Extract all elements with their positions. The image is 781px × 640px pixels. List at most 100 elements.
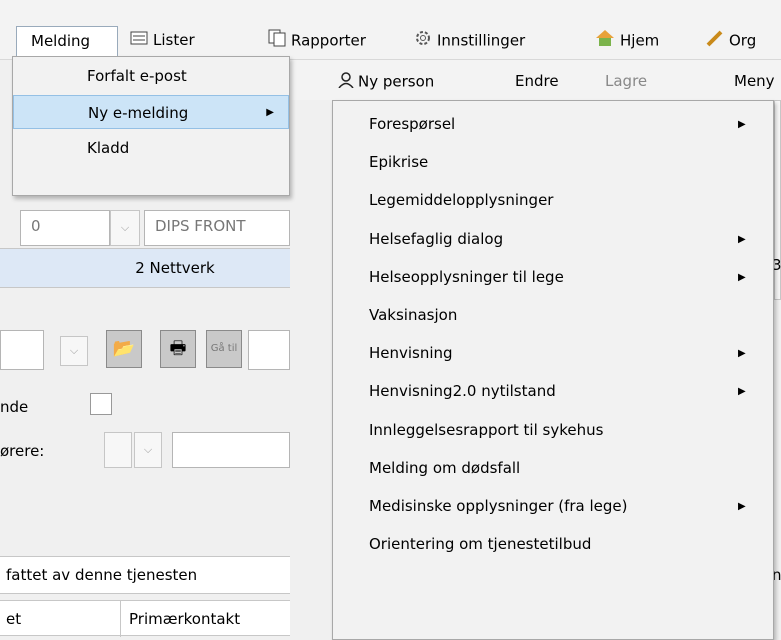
toolbar: Ny person Endre Lagre Meny — [290, 60, 781, 100]
submenu-arrow-icon: ▶ — [738, 348, 746, 360]
open-folder-button[interactable]: 📂 — [106, 330, 142, 368]
lagre-button[interactable]: Lagre — [605, 72, 647, 90]
submenu-item-4[interactable]: Helsefaglig dialog ▶ — [333, 222, 773, 257]
menu-item-forfalt-e-post[interactable]: Forfalt e-post — [13, 59, 289, 93]
menu-item-ny-e-melding[interactable]: Ny e-melding ▶ — [13, 95, 289, 129]
endre-button[interactable]: Endre — [515, 72, 559, 90]
submenu-item-label: Melding om dødsfall — [369, 458, 521, 477]
submenu-arrow-icon: ▶ — [738, 271, 746, 283]
menu-rapporter[interactable]: Rapporter — [268, 29, 366, 53]
orere-combo[interactable] — [104, 432, 132, 468]
home-icon — [595, 29, 615, 53]
column-header-primaerkontakt-label: Primærkontakt — [129, 610, 241, 628]
lagre-label: Lagre — [605, 72, 648, 90]
submenu-arrow-icon: ▶ — [738, 501, 746, 512]
folder-open-icon: 📂 — [112, 338, 136, 359]
submenu-item-label: Innleggelsesrapport til sykehus — [369, 420, 604, 439]
menu-lister[interactable]: Lister — [130, 29, 195, 53]
report-icon — [268, 29, 286, 53]
melding-menu: Forfalt e-post Ny e-melding ▶ Kladd — [12, 56, 290, 196]
submenu-item-label: Medisinske opplysninger (fra lege) — [369, 497, 628, 515]
ga-til-label: Gå til — [210, 343, 238, 354]
menu-org[interactable]: Org — [706, 29, 756, 53]
submenu-item-label: Legemiddelopplysninger — [369, 191, 554, 210]
ny-person-label: Ny person — [358, 72, 435, 91]
menu-item-label: Kladd — [87, 139, 130, 157]
submenu-item-label: Helseopplysninger til lege — [369, 267, 564, 286]
fattet-row: fattet av denne tjenesten — [0, 556, 290, 594]
ny-e-melding-submenu: Forespørsel ▶ Epikrise Legemiddelopplysning… — [332, 100, 774, 640]
filter-combo[interactable] — [0, 330, 44, 370]
menu-lister-label: Lister — [153, 31, 195, 49]
menu-item-label: Forfalt e-post — [87, 67, 187, 85]
submenu-item-label: Vaksinasjon — [369, 306, 458, 324]
submenu-item-8[interactable]: Henvisning2.0 nytilstand ▶ — [333, 374, 773, 409]
orere-field[interactable] — [172, 432, 290, 468]
label-orere-text: ørere: — [0, 442, 45, 460]
chevron-down-icon: ⌵ — [120, 221, 130, 234]
submenu-item-10[interactable]: Melding om dødsfall — [333, 451, 773, 486]
menu-melding[interactable]: Melding — [16, 26, 118, 56]
meny-label: Meny — [734, 72, 775, 90]
combo-value: 0 — [31, 217, 41, 235]
filter-dropdown-button[interactable]: ⌵ — [60, 336, 88, 366]
tab-nettverk-label: 2 Nettverk — [135, 259, 215, 277]
tab-nettverk[interactable]: 2 Nettverk — [0, 248, 290, 288]
menu-innstillinger[interactable]: Innstillinger — [414, 29, 525, 53]
menu-melding-label: Melding — [31, 32, 91, 50]
submenu-item-1[interactable]: Forespørsel ▶ — [333, 107, 773, 142]
submenu-item-label: Epikrise — [369, 153, 429, 172]
menu-item-label: Ny e-melding — [88, 104, 189, 122]
printer-icon: 🖶 — [169, 338, 187, 359]
submenu-arrow-icon: ▶ — [738, 233, 746, 245]
submenu-item-11[interactable]: Medisinske opplysninger (fra lege) ▶ — [333, 489, 773, 524]
submenu-item-7[interactable]: Henvisning ▶ — [333, 336, 773, 371]
label-nde: nde — [0, 398, 28, 416]
side-field — [248, 330, 290, 370]
submenu-arrow-icon: ▶ — [738, 119, 746, 130]
meny-button[interactable]: Meny — [734, 72, 775, 90]
ny-person-button[interactable]: Ny person — [338, 72, 434, 92]
combo-dropdown-button[interactable]: ⌵ — [110, 210, 140, 246]
pencil-icon — [706, 29, 724, 53]
chevron-down-icon: ⌵ — [69, 344, 79, 357]
submenu-item-label: Helsefaglig dialog — [369, 229, 504, 248]
label-nde-text: nde — [0, 398, 29, 416]
submenu-item-2[interactable]: Epikrise — [333, 145, 773, 180]
submenu-item-5[interactable]: Helseopplysninger til lege ▶ — [333, 260, 773, 295]
menu-item-kladd[interactable]: Kladd — [13, 131, 289, 165]
person-icon — [338, 72, 354, 92]
list-icon — [130, 30, 148, 52]
menu-innstillinger-label: Innstillinger — [437, 31, 526, 50]
ga-til-button[interactable]: Gå til — [206, 330, 242, 368]
submenu-item-9[interactable]: Innleggelsesrapport til sykehus — [333, 413, 773, 448]
submenu-arrow-icon: ▶ — [738, 386, 746, 398]
submenu-arrow-icon: ▶ — [266, 107, 274, 118]
menubar: Melding Lister Rapporter Innstillinger H… — [0, 0, 781, 60]
orere-dropdown-button[interactable]: ⌵ — [134, 432, 162, 468]
submenu-item-3[interactable]: Legemiddelopplysninger — [333, 183, 773, 218]
table-header: et Primærkontakt — [0, 600, 290, 637]
chevron-down-icon: ⌵ — [143, 443, 153, 456]
gear-icon — [414, 29, 432, 53]
menu-rapporter-label: Rapporter — [291, 31, 366, 50]
submenu-item-label: Forespørsel — [369, 115, 456, 133]
submenu-item-label: Henvisning — [369, 344, 453, 363]
combo-box[interactable]: 0 — [20, 210, 110, 246]
checkbox[interactable] — [90, 393, 112, 415]
label-orere: ørere: — [0, 442, 44, 460]
fattet-text: fattet av denne tjenesten — [6, 566, 198, 584]
menu-org-label: Org — [729, 31, 757, 50]
submenu-item-label: Henvisning2.0 nytilstand — [369, 382, 556, 401]
dips-front-field[interactable]: DIPS FRONT — [144, 210, 290, 246]
submenu-item-6[interactable]: Vaksinasjon — [333, 298, 773, 333]
endre-label: Endre — [515, 72, 559, 90]
submenu-item-label: Orientering om tjenestetilbud — [369, 535, 592, 554]
column-header-primaerkontakt[interactable]: Primærkontakt — [120, 601, 240, 637]
dips-front-value: DIPS FRONT — [155, 217, 246, 235]
column-header-et: et — [6, 610, 22, 628]
menu-hjem[interactable]: Hjem — [595, 29, 659, 53]
menu-hjem-label: Hjem — [620, 31, 660, 50]
print-button[interactable]: 🖶 — [160, 330, 196, 368]
submenu-item-12[interactable]: Orientering om tjenestetilbud — [333, 527, 773, 562]
